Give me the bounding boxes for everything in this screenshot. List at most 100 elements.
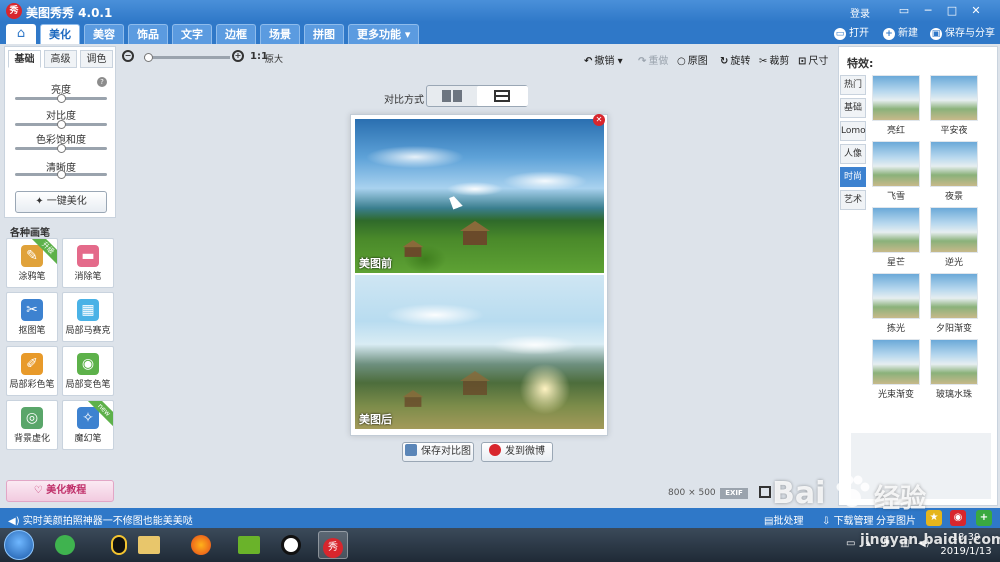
brush-local-color[interactable]: ✐ 局部彩色笔 [6, 346, 58, 396]
tab-beauty[interactable]: 美容 [84, 24, 124, 44]
save-share-button[interactable]: ▣ 保存与分享 [930, 26, 995, 42]
keyboard-icon[interactable]: ▭ [846, 538, 855, 549]
brightness-slider[interactable] [15, 94, 107, 103]
effect-backlight[interactable]: 逆光 [929, 207, 979, 269]
compare-top-bottom-option[interactable] [477, 86, 528, 106]
fit-window-icon[interactable] [759, 486, 771, 498]
effect-glass-drops[interactable]: 玻璃水珠 [929, 339, 979, 401]
chevron-down-icon[interactable]: ▾ [614, 56, 623, 67]
chevron-up-icon[interactable]: ▴ [866, 538, 871, 549]
taskbar-app-record[interactable] [276, 531, 306, 559]
taskbar-app-files[interactable] [134, 531, 164, 559]
zoom-knob[interactable] [144, 53, 153, 62]
brush-cutout[interactable]: ✂ 抠图笔 [6, 292, 58, 342]
effect-bright-red[interactable]: 亮红 [871, 75, 921, 137]
tab-scene[interactable]: 场景 [260, 24, 300, 44]
effect-christmas-eve[interactable]: 平安夜 [929, 75, 979, 137]
redo-button[interactable]: ↷ 重做 [638, 52, 668, 67]
brush-mosaic[interactable]: ▦ 局部马赛克 [62, 292, 114, 342]
saturation-slider[interactable] [15, 144, 107, 153]
brush-recolor[interactable]: ◉ 局部变色笔 [62, 346, 114, 396]
one-click-beautify-button[interactable]: ✦ 一键美化 [15, 191, 107, 213]
contrast-slider[interactable] [15, 120, 107, 129]
rotate-button[interactable]: ↻ 旋转 [720, 52, 750, 67]
taskbar-app-firefox[interactable] [186, 531, 216, 559]
add-icon[interactable]: + [976, 510, 992, 526]
slider-knob[interactable] [56, 144, 66, 153]
taskbar-app-qq[interactable] [104, 531, 134, 559]
effect-snow[interactable]: 飞雪 [871, 141, 921, 203]
subtab-color[interactable]: 调色 [80, 50, 113, 68]
clock-date: 2019/1/13 [940, 546, 992, 557]
flag-icon[interactable]: ⚑ [882, 538, 891, 549]
category-portrait[interactable]: 人像 [840, 144, 866, 164]
taskbar-app-meitu[interactable]: 秀 [318, 531, 348, 559]
compare-side-by-side-option[interactable] [427, 86, 478, 106]
tab-accessories[interactable]: 饰品 [128, 24, 168, 44]
tab-text[interactable]: 文字 [172, 24, 212, 44]
slider-knob[interactable] [56, 120, 66, 129]
magic-pen-icon: ✧ [77, 407, 99, 429]
subtab-advanced[interactable]: 高级 [44, 50, 77, 68]
effect-sunset-gradient[interactable]: 夕阳渐变 [929, 273, 979, 335]
menu-icon[interactable]: ─ [920, 3, 936, 19]
brush-doodle[interactable]: ✎ 涂鸦笔 升级 [6, 238, 58, 288]
zoom-in-icon[interactable]: + [232, 50, 244, 62]
effect-star[interactable]: 星芒 [871, 207, 921, 269]
volume-icon[interactable]: ◀) [918, 538, 930, 549]
effect-pick-light[interactable]: 拣光 [871, 273, 921, 335]
category-basic[interactable]: 基础 [840, 98, 866, 118]
category-hot[interactable]: 热门 [840, 75, 866, 95]
taskbar-app-360[interactable] [50, 531, 80, 559]
post-weibo-button[interactable]: 发到微博 [481, 442, 553, 462]
undo-button[interactable]: ↶ 撤销 ▾ [584, 52, 623, 67]
batch-process-link[interactable]: ▤批处理 [764, 512, 803, 527]
star-icon[interactable]: ★ [926, 510, 942, 526]
original-image-button[interactable]: ○ 原图 [677, 52, 708, 67]
slider-knob[interactable] [56, 94, 66, 103]
weibo-icon[interactable]: ◉ [950, 510, 966, 526]
close-icon[interactable]: ✕ [968, 3, 984, 19]
brush-background-blur[interactable]: ◎ 背景虚化 [6, 400, 58, 450]
login-link[interactable]: 登录 [850, 5, 870, 20]
new-button[interactable]: + 新建 [883, 26, 918, 42]
system-clock[interactable]: 18:39 2019/1/13 [938, 531, 994, 559]
status-message[interactable]: ◀) 实时美颜拍照神器一不修图也能美美哒 [8, 512, 193, 527]
open-button[interactable]: ▭ 打开 [834, 26, 869, 42]
effect-night[interactable]: 夜景 [929, 141, 979, 203]
zoom-out-icon[interactable]: − [122, 50, 134, 62]
crop-button[interactable]: ✂ 裁剪 [759, 52, 789, 67]
resize-icon: ⊡ [798, 56, 807, 67]
resize-button[interactable]: ⊡ 尺寸 [798, 52, 828, 67]
slider-knob[interactable] [56, 170, 66, 179]
effect-thumbnail [872, 141, 920, 187]
beautify-tutorial-button[interactable]: ♡ 美化教程 [6, 480, 114, 502]
brush-eraser[interactable]: ▬ 消除笔 [62, 238, 114, 288]
maximize-icon[interactable]: □ [944, 3, 960, 19]
message-icon[interactable]: ▭ [896, 3, 912, 19]
category-art[interactable]: 艺术 [840, 190, 866, 210]
subtab-basic[interactable]: 基础 [8, 50, 41, 68]
tab-more[interactable]: 更多功能 ▾ [348, 24, 420, 44]
taskbar-app-recorder[interactable] [234, 531, 264, 559]
zoom-slider[interactable] [144, 53, 230, 62]
download-manager-link[interactable]: ⇩ 下载管理 [822, 512, 874, 527]
save-comparison-button[interactable]: 保存对比图 [402, 442, 474, 462]
home-icon[interactable]: ⌂ [6, 24, 36, 44]
tab-beautify[interactable]: 美化 [40, 24, 80, 44]
category-fashion[interactable]: 时尚 [840, 167, 866, 187]
tab-collage[interactable]: 拼图 [304, 24, 344, 44]
brush-magic[interactable]: ✧ 魔幻笔 new [62, 400, 114, 450]
effect-beam-gradient[interactable]: 光束渐变 [871, 339, 921, 401]
zoom-original-label[interactable]: 原大 [265, 52, 283, 65]
tab-frame[interactable]: 边框 [216, 24, 256, 44]
close-compare-icon[interactable]: ✕ [593, 114, 605, 126]
start-button[interactable] [4, 530, 34, 560]
exif-button[interactable]: EXIF [720, 488, 748, 499]
share-image-link[interactable]: 分享图片 [876, 512, 916, 527]
network-icon[interactable]: ▥ [900, 538, 909, 549]
category-lomo[interactable]: Lomo [840, 121, 866, 141]
watermark-brand: Bai [772, 476, 826, 511]
sharpness-slider[interactable] [15, 170, 107, 179]
left-panel: 基础 高级 调色 ? 亮度 对比度 色彩饱和度 清晰度 ✦ 一键美化 各种画笔 … [4, 46, 116, 506]
